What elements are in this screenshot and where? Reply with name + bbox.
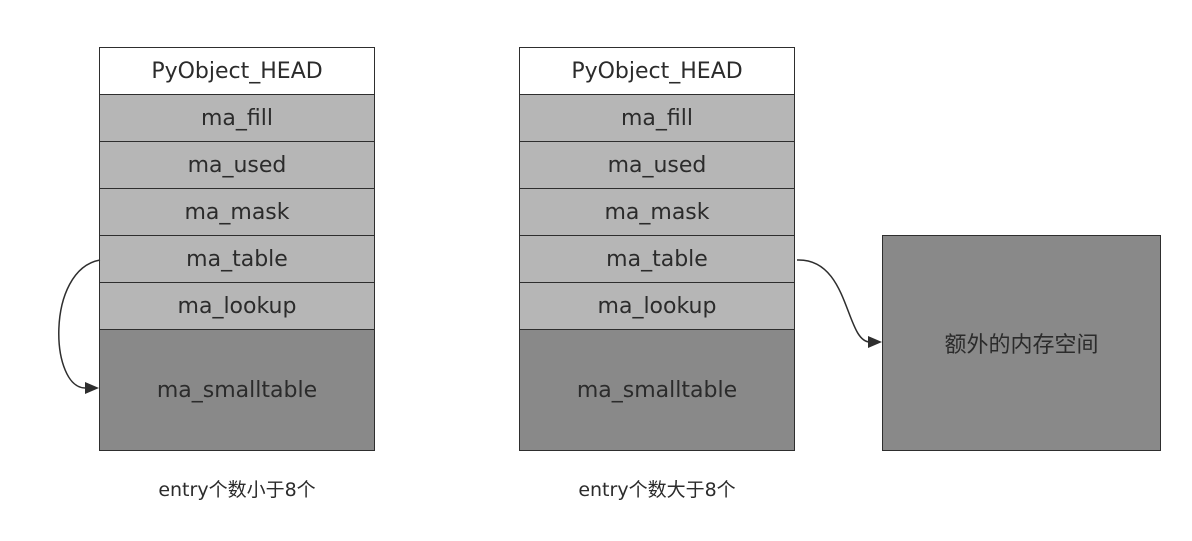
- arrowhead-left: [85, 382, 99, 394]
- arrow-left-table-to-smalltable: [58, 259, 101, 389]
- arrowhead-right: [868, 336, 882, 348]
- arrow-right-table-to-extra: [796, 259, 871, 343]
- pointer-arrows: [58, 259, 882, 394]
